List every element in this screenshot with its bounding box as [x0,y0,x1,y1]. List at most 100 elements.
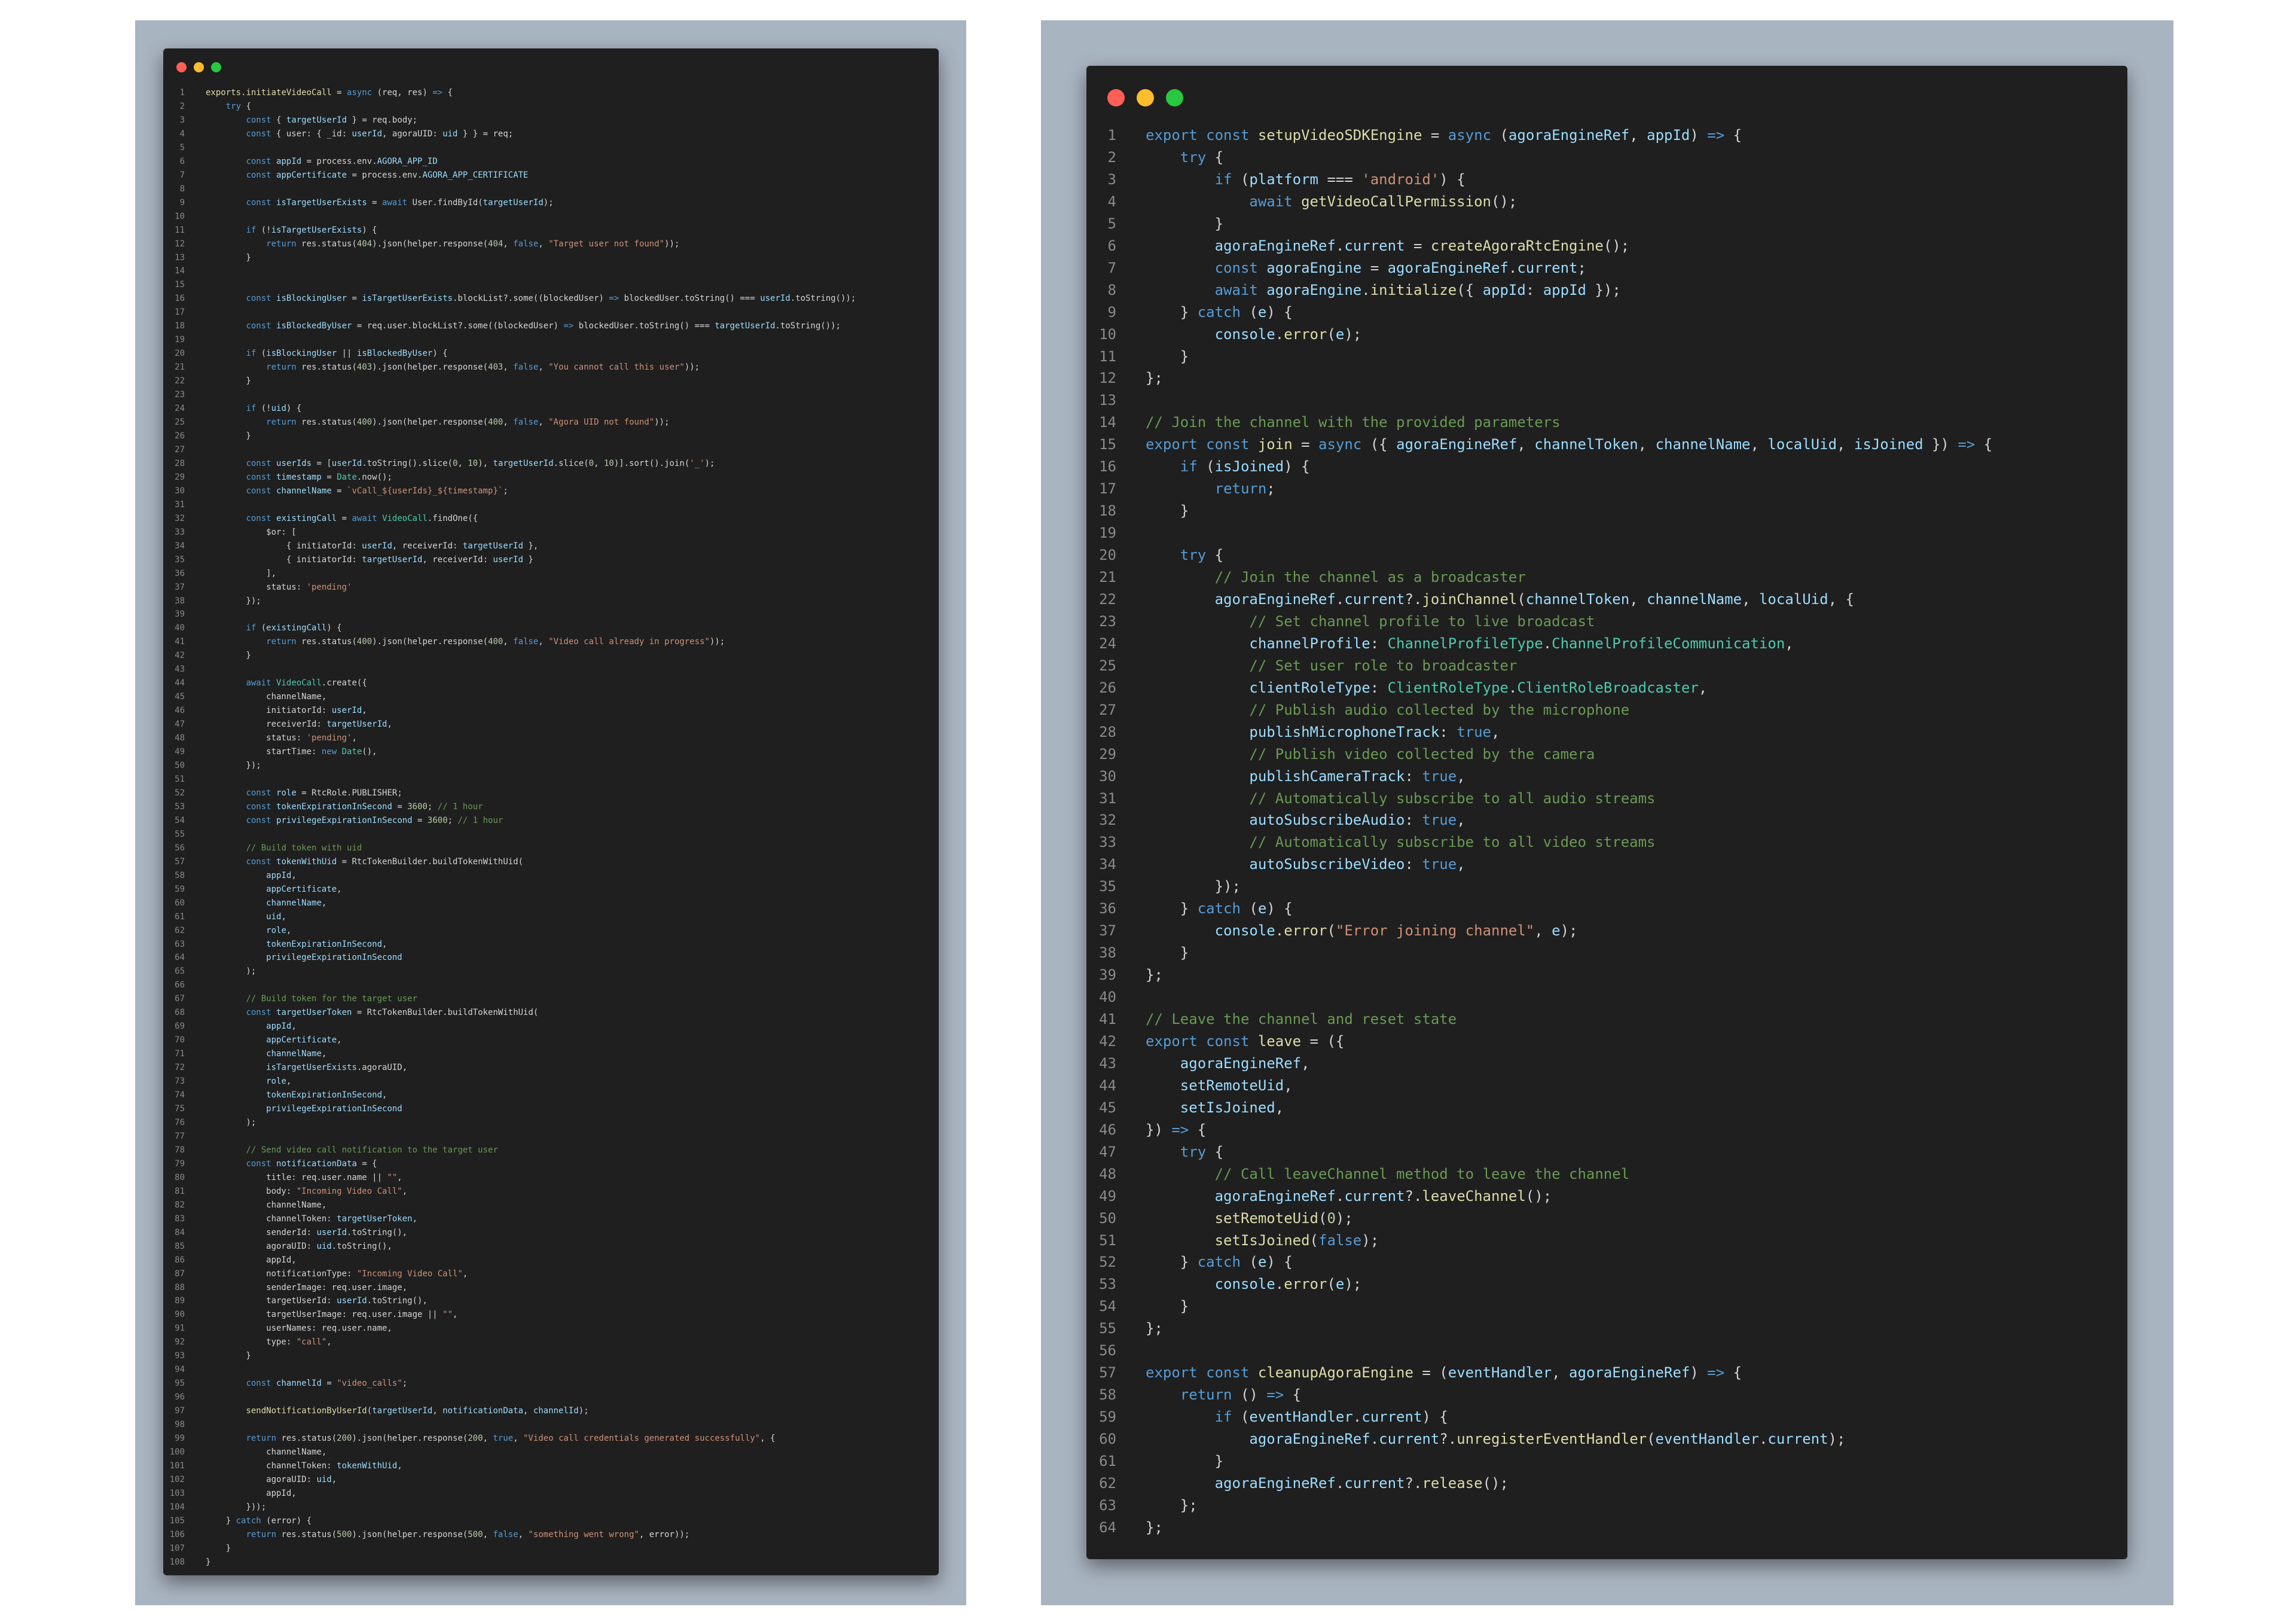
line-number: 43 [1099,1054,1116,1072]
code-token: ) [1690,1364,1708,1382]
code-token: } [1146,303,1198,321]
line-number: 34 [1099,856,1116,873]
code-token: receiverId: [206,719,327,730]
line-number: 92 [175,1337,185,1347]
line-number: 8 [179,184,185,194]
code-token: channelName [266,1049,322,1059]
code-token: error [1284,922,1327,940]
code-line: } [206,1557,210,1567]
line-number: 23 [175,390,185,400]
code-token: appId [266,870,292,880]
line-number: 16 [175,294,185,304]
line-number: 86 [175,1255,185,1265]
code-token: await [382,197,408,208]
code-token: targetUserId [462,541,524,551]
code-token: export [1146,127,1198,144]
code-token: current [1344,590,1405,608]
line-number: 47 [175,719,185,730]
line-number: 54 [175,815,185,825]
code-token: "" [387,1172,398,1182]
maximize-dot-icon[interactable] [1166,89,1183,106]
code-token: notificationType: [206,1269,357,1279]
code-token: , [538,362,549,373]
code-token: , [291,1022,297,1032]
code-token: await [1214,281,1258,298]
line-number: 30 [1099,767,1116,785]
code-token: eventHandler [1655,1431,1759,1448]
code-token: agoraEngineRef [1249,1431,1370,1448]
code-token: "call" [296,1337,327,1347]
code-window-right: 1 export const setupVideoSDKEngine = asyn… [1086,66,2127,1559]
line-number: 5 [179,142,185,153]
code-token: console [1214,325,1275,343]
minimize-dot-icon[interactable] [194,62,204,72]
line-number: 3 [179,115,185,125]
line-number: 74 [175,1090,185,1100]
code-token: } [1146,1254,1198,1271]
code-line: publishCameraTrack: true, [1146,768,1465,785]
code-token: // Automatically subscribe to all video … [1249,834,1656,851]
code-token: ?. [1405,1474,1422,1492]
code-token: agoraEngine [1266,281,1362,298]
code-token: const [246,486,271,496]
code-token: status: [206,582,307,592]
line-number: 55 [175,829,185,839]
code-token: publishMicrophoneTrack [1249,723,1440,740]
code-token: role [266,925,286,935]
code-token: , receiverId: [422,554,493,565]
code-token: ; [427,801,438,812]
code-token: platform [1249,170,1318,188]
code-line: await VideoCall.create({ [206,678,367,688]
code-line: channelName, [206,1049,326,1059]
code-token: })); [206,1502,267,1512]
code-line: } [1146,215,1223,232]
close-dot-icon[interactable] [176,62,187,72]
code-token: = [331,486,347,496]
code-token: = process.env. [301,156,377,166]
code-token: channelName [276,486,332,496]
code-token: . [1335,590,1345,608]
code-token: . [1335,237,1345,254]
line-number: 72 [175,1063,185,1073]
code-token: .toString()); [790,294,856,304]
code-line: // Automatically subscribe to all video … [1146,834,1656,851]
line-number: 14 [1099,414,1116,431]
code-token: 400 [488,417,503,428]
code-token: uid [442,129,458,139]
line-number: 8 [1107,281,1116,298]
code-token: channelName [266,898,322,908]
maximize-dot-icon[interactable] [211,62,221,72]
code-line: appCertificate, [206,1035,341,1045]
line-number: 50 [175,761,185,771]
minimize-dot-icon[interactable] [1137,89,1154,106]
code-token: autoSubscribeAudio [1249,812,1405,829]
code-token: const [246,815,271,825]
line-number: 7 [179,170,185,180]
close-dot-icon[interactable] [1107,89,1125,106]
code-token: 0 [453,458,458,468]
code-token: uid [316,1474,332,1484]
code-token: 400 [356,637,373,647]
code-token: try [225,101,242,111]
code-token: )); [709,637,725,647]
code-token: )); [654,417,670,428]
code-token: } [523,554,533,565]
line-number: 57 [175,856,185,867]
code-token: initialize [1370,281,1457,298]
code-token: if [246,349,257,359]
code-token: channelName [1647,590,1742,608]
line-number: 62 [175,925,185,935]
code-token: true [1422,767,1457,785]
code-token: 400 [356,417,373,428]
line-number: 4 [179,129,185,139]
code-token: return [246,1434,277,1444]
code-token: , [1457,856,1465,873]
